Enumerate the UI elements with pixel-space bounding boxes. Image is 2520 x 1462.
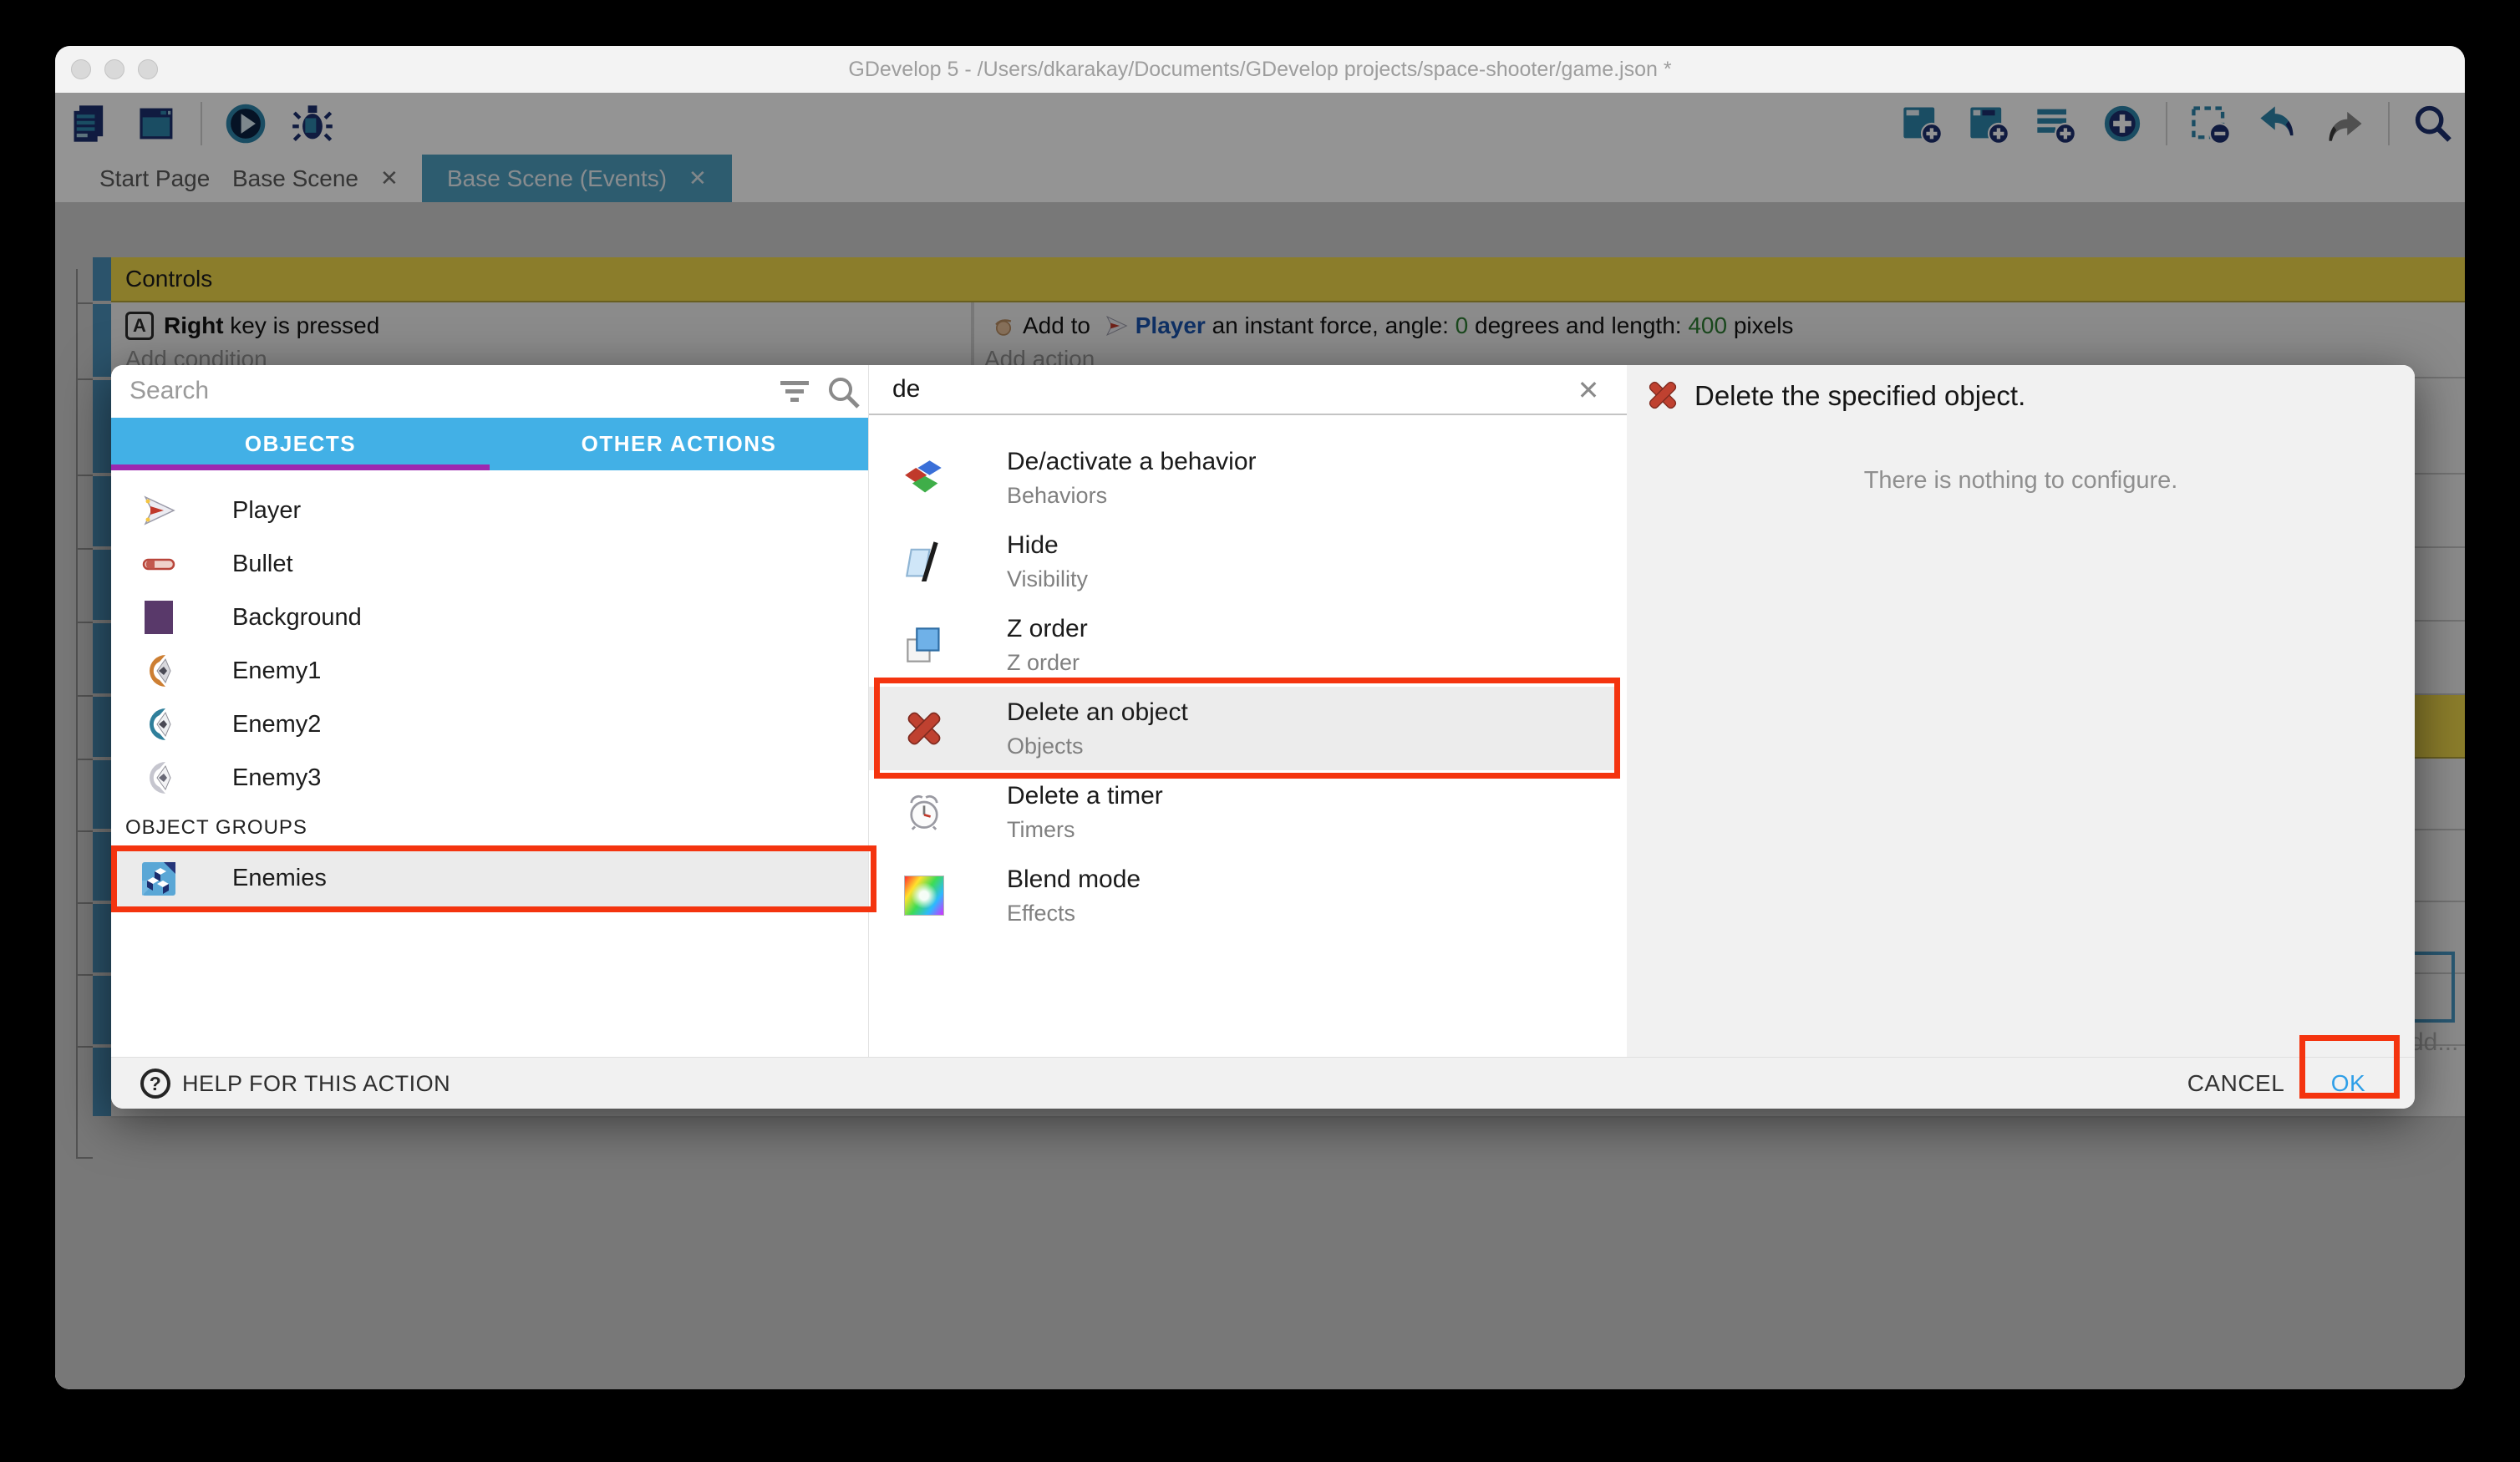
delete-x-icon xyxy=(1646,378,1679,412)
cancel-button[interactable]: CANCEL xyxy=(2162,1058,2309,1109)
selector-tabbar: OBJECTS OTHER ACTIONS xyxy=(111,418,868,470)
action-item-title: De/activate a behavior xyxy=(1007,448,1257,476)
action-list-item[interactable]: Z order Z order xyxy=(869,603,1615,687)
player-object-icon xyxy=(140,492,177,529)
nothing-to-configure-text: There is nothing to configure. xyxy=(1627,467,2415,495)
annotation-highlight-enemies-group xyxy=(111,845,876,912)
help-icon: ? xyxy=(140,1069,170,1099)
z-order-icon xyxy=(904,625,944,665)
search-icon[interactable] xyxy=(826,375,861,410)
action-search-input[interactable] xyxy=(869,365,1546,414)
action-item-title: Delete a timer xyxy=(1007,782,1163,810)
action-item-group: Behaviors xyxy=(1007,483,1107,509)
action-config-panel: Delete the specified object. There is no… xyxy=(1627,365,2415,1057)
action-search-row: ✕ xyxy=(869,365,1627,415)
active-tab-indicator xyxy=(111,464,490,470)
object-name: Bullet xyxy=(232,551,293,578)
action-item-group: Timers xyxy=(1007,817,1075,843)
action-list-item[interactable]: Delete a timer Timers xyxy=(869,770,1615,854)
annotation-highlight-delete-an-object xyxy=(874,678,1620,779)
object-name: Background xyxy=(232,604,362,632)
action-list-item[interactable]: Hide Visibility xyxy=(869,520,1615,603)
action-item-title: Z order xyxy=(1007,615,1088,643)
enemy1-object-icon xyxy=(140,652,177,689)
action-item-title: Blend mode xyxy=(1007,866,1141,894)
enemy3-object-icon xyxy=(140,759,177,796)
object-name: Enemy1 xyxy=(232,657,321,685)
object-list-item[interactable]: Enemy1 xyxy=(111,644,868,698)
action-item-group: Z order xyxy=(1007,650,1080,676)
tab-objects[interactable]: OBJECTS xyxy=(111,418,490,470)
timer-icon xyxy=(904,792,944,832)
filter-icon[interactable] xyxy=(779,378,810,405)
action-list-item[interactable]: De/activate a behavior Behaviors xyxy=(869,436,1615,520)
window-title: GDevelop 5 - /Users/dkarakay/Documents/G… xyxy=(55,46,2465,93)
object-list: Player Bullet Background Enemy1 Enemy2 E… xyxy=(111,484,868,805)
object-groups-header: OBJECT GROUPS xyxy=(125,816,307,840)
object-list-item[interactable]: Bullet xyxy=(111,537,868,591)
dialog-footer: ? HELP FOR THIS ACTION CANCEL OK xyxy=(111,1057,2415,1109)
object-name: Enemy2 xyxy=(232,711,321,739)
behaviors-icon xyxy=(904,458,944,498)
help-link[interactable]: ? HELP FOR THIS ACTION xyxy=(140,1058,450,1109)
object-list-item[interactable]: Enemy2 xyxy=(111,698,868,751)
tab-other-actions[interactable]: OTHER ACTIONS xyxy=(490,418,868,470)
action-item-title: Hide xyxy=(1007,531,1059,560)
blend-icon xyxy=(904,876,944,916)
object-list-item[interactable]: Player xyxy=(111,484,868,537)
object-list-item[interactable]: Enemy3 xyxy=(111,751,868,805)
object-name: Enemy3 xyxy=(232,764,321,792)
object-list-item[interactable]: Background xyxy=(111,591,868,644)
clear-search-icon[interactable]: ✕ xyxy=(1575,377,1602,404)
action-title: Delete the specified object. xyxy=(1694,380,2025,412)
annotation-highlight-ok-button xyxy=(2299,1035,2400,1099)
app-window: GDevelop 5 - /Users/dkarakay/Documents/G… xyxy=(55,46,2465,1389)
screenshot-canvas: GDevelop 5 - /Users/dkarakay/Documents/G… xyxy=(0,0,2520,1462)
object-search-input[interactable] xyxy=(111,365,666,417)
background-object-icon xyxy=(140,599,177,636)
object-selector-panel: OBJECTS OTHER ACTIONS Player Bullet Back… xyxy=(111,365,869,1057)
action-list-item[interactable]: Blend mode Effects xyxy=(869,854,1615,937)
action-item-group: Effects xyxy=(1007,901,1075,926)
object-search-row xyxy=(111,365,868,418)
enemy2-object-icon xyxy=(140,706,177,743)
object-name: Player xyxy=(232,497,301,525)
action-item-group: Visibility xyxy=(1007,566,1088,592)
bullet-object-icon xyxy=(140,546,177,582)
visibility-icon xyxy=(904,541,944,581)
titlebar: GDevelop 5 - /Users/dkarakay/Documents/G… xyxy=(55,46,2465,94)
